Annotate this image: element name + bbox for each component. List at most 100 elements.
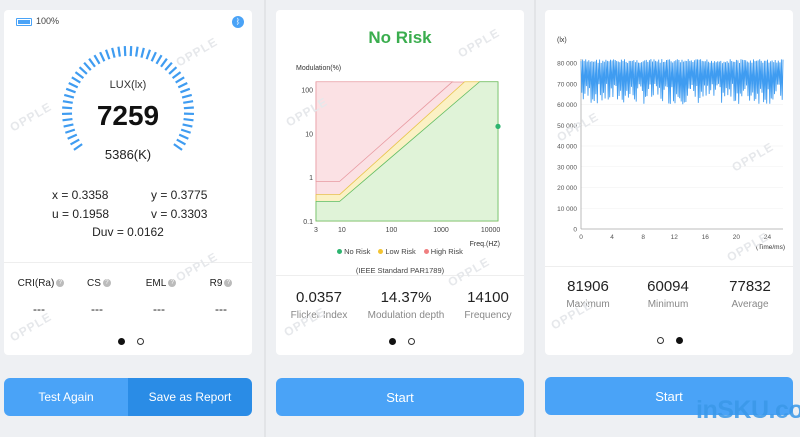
gauge-tick xyxy=(83,61,92,71)
page-dot-active[interactable] xyxy=(118,338,125,345)
cct-value: 5386(K) xyxy=(104,147,152,162)
lux-label: LUX(lx) xyxy=(109,79,147,91)
x-tick-label: 3 xyxy=(314,227,318,234)
metric-r9-value: --- xyxy=(215,302,227,316)
battery-icon xyxy=(16,18,32,26)
page-indicator xyxy=(657,337,683,344)
y-tick-label: 10 xyxy=(305,131,313,138)
x-tick-label: 1000 xyxy=(433,227,449,234)
frequency-value: 14100 xyxy=(467,289,509,306)
legend-no-risk-dot xyxy=(337,249,343,254)
bluetooth-icon[interactable]: ᛒ xyxy=(232,16,244,28)
lux-card: 100% ᛒ LUX(lx) 7259 5386(K) x = 0.3358 y… xyxy=(4,10,252,355)
gauge-tick xyxy=(74,71,85,80)
minimum-label: Minimum xyxy=(647,299,689,310)
test-again-button[interactable]: Test Again xyxy=(4,378,128,416)
modulation-depth-label: Modulation depth xyxy=(367,310,445,321)
gauge-tick xyxy=(171,71,182,80)
legend-high-risk-dot xyxy=(423,249,429,254)
average-label: Average xyxy=(731,299,769,310)
average-value: 77832 xyxy=(729,278,771,295)
x-tick-label: 10000 xyxy=(481,227,501,234)
y-tick-label: 10 000 xyxy=(557,206,577,213)
gauge-tick xyxy=(164,61,173,71)
gauge-tick xyxy=(150,51,157,62)
brand-watermark: inSKU.com xyxy=(696,396,800,424)
legend: No Risk Low Risk High Risk xyxy=(276,247,524,256)
waveform-card: (lx) 80 000 70 000 60 000 50 000 40 000 30 000… xyxy=(545,10,793,355)
coord-x: x = 0.3358 xyxy=(52,188,109,202)
x-tick-label: 12 xyxy=(671,234,679,241)
x-tick-label: 100 xyxy=(386,227,398,234)
gauge-tick xyxy=(63,93,75,99)
minimum-value: 60094 xyxy=(647,278,689,295)
waveform-line xyxy=(580,59,784,105)
measurement-point xyxy=(495,123,501,129)
page-dot[interactable] xyxy=(137,338,144,345)
x-tick-label: 20 xyxy=(733,234,741,241)
modulation-depth-value: 14.37% xyxy=(380,289,432,306)
page-indicator xyxy=(389,338,415,345)
gauge-tick xyxy=(104,49,111,60)
frequency-label: Frequency xyxy=(464,310,512,321)
metric-cs: CS? xyxy=(74,278,124,289)
y-tick-label: 30 000 xyxy=(557,164,577,171)
y-tick-label: 1 xyxy=(309,175,313,182)
help-icon: ? xyxy=(56,279,65,288)
coord-y: y = 0.3775 xyxy=(151,188,208,202)
gauge-tick xyxy=(78,66,88,75)
gauge-tick xyxy=(168,66,178,75)
panel-flicker-risk: No Risk Modulation(%) 100 10 1 0.1 3 10 100 1000… xyxy=(266,0,534,437)
maximum-value: 81906 xyxy=(567,278,609,295)
gauge-tick xyxy=(67,133,78,140)
coord-duv: Duv = 0.0162 xyxy=(92,225,164,239)
start-button[interactable]: Start xyxy=(276,378,524,416)
flicker-index-value: 0.0357 xyxy=(296,289,342,306)
y-axis-label: (lx) xyxy=(557,37,567,44)
gauge-tick xyxy=(178,133,189,140)
legend-high-risk: High Risk xyxy=(423,247,463,256)
gauge-tick xyxy=(140,47,145,58)
y-tick-label: 20 000 xyxy=(557,185,577,192)
gauge-tick xyxy=(145,49,152,60)
page-dot-active[interactable] xyxy=(389,338,396,345)
flicker-card: No Risk Modulation(%) 100 10 1 0.1 3 10 100 1000… xyxy=(276,10,524,355)
help-icon: ? xyxy=(224,279,233,288)
legend-low-risk: Low Risk xyxy=(378,247,416,256)
y-tick-label: 0 xyxy=(573,227,577,234)
y-tick-label: 80 000 xyxy=(557,61,577,68)
gauge-tick xyxy=(181,93,193,99)
gauge-tick xyxy=(88,58,96,68)
gauge-tick xyxy=(93,54,101,65)
save-report-button[interactable]: Save as Report xyxy=(128,378,252,416)
metric-cri: CRI(Ra)? xyxy=(12,278,70,289)
x-tick-label: 4 xyxy=(610,234,614,241)
divider xyxy=(545,266,793,267)
metric-r9: R9? xyxy=(200,278,242,289)
coord-u: u = 0.1958 xyxy=(52,207,110,221)
button-group: Test Again Save as Report xyxy=(4,378,252,416)
divider xyxy=(276,275,524,276)
gauge-tick xyxy=(111,47,116,58)
y-tick-label: 60 000 xyxy=(557,102,577,109)
page-indicator xyxy=(118,338,144,345)
page-dot-active[interactable] xyxy=(676,337,683,344)
metric-eml-value: --- xyxy=(153,302,165,316)
gauge-tick xyxy=(99,51,106,62)
gauge-tick xyxy=(160,58,168,68)
battery-level: 100% xyxy=(36,16,60,26)
page-dot[interactable] xyxy=(408,338,415,345)
x-tick-label: 10 xyxy=(338,227,346,234)
x-tick-label: 0 xyxy=(579,234,583,241)
gauge-tick xyxy=(176,138,187,146)
y-tick-label: 70 000 xyxy=(557,81,577,88)
y-tick-label: 40 000 xyxy=(557,144,577,151)
y-tick-label: 0.1 xyxy=(303,219,313,226)
y-axis-label: Modulation(%) xyxy=(296,65,341,72)
gauge-tick xyxy=(135,46,139,57)
legend-no-risk: No Risk xyxy=(337,247,370,256)
legend-low-risk-dot xyxy=(378,249,384,254)
page-dot[interactable] xyxy=(657,337,664,344)
panel-light-meter: 100% ᛒ LUX(lx) 7259 5386(K) x = 0.3358 y… xyxy=(0,0,264,437)
help-icon: ? xyxy=(102,279,111,288)
